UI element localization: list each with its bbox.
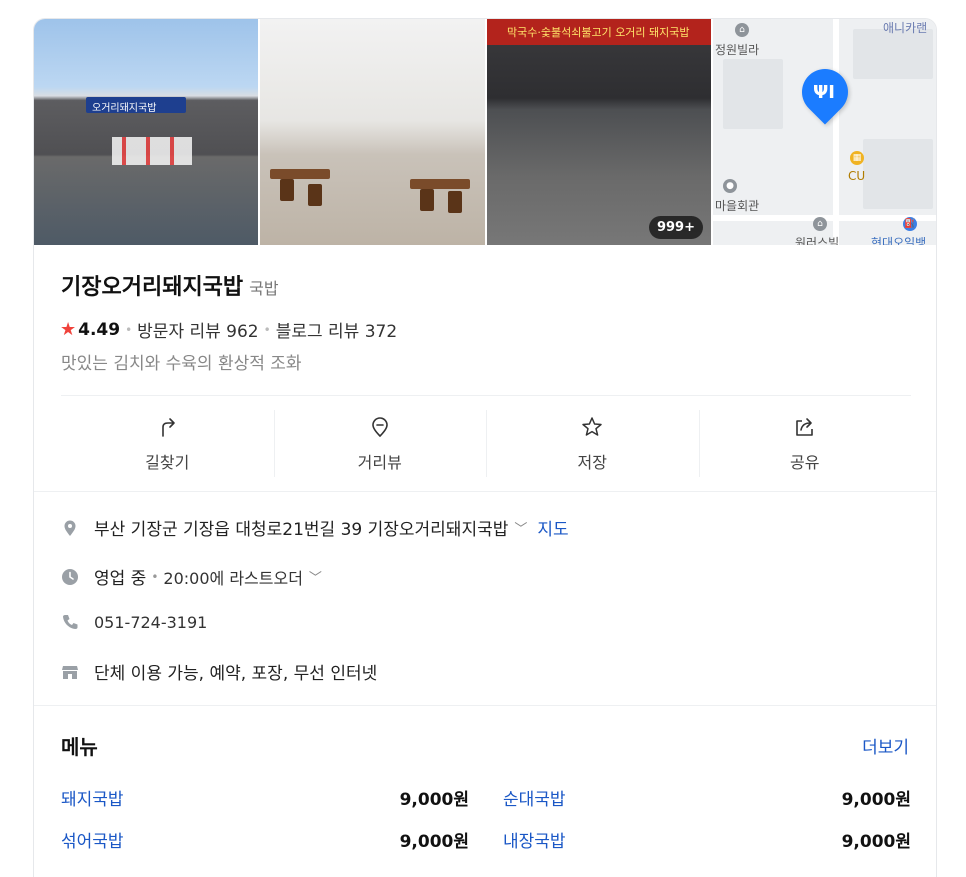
streetview-icon [371, 416, 388, 437]
separator-dot: • [151, 569, 159, 584]
title-row: 기장오거리돼지국밥 국밥 [61, 269, 279, 301]
map-label: 현대오일뱅 [871, 236, 927, 245]
menu-item-price: 9,000원 [841, 790, 911, 810]
place-category: 국밥 [249, 279, 279, 298]
exterior-banner-text: 막국수·숯불석쇠불고기 오거리 돼지국밥 [507, 26, 690, 39]
map-block [723, 59, 783, 129]
phone-number[interactable]: 051-724-3191 [94, 613, 207, 632]
directions-label: 길찾기 [145, 452, 190, 472]
star-icon: ★ [60, 319, 77, 340]
map-label: 정원빌라 [715, 43, 760, 57]
photo-storefront[interactable]: 오거리돼지국밥 [34, 19, 258, 245]
menu-item-price: 9,000원 [841, 832, 911, 852]
chair [448, 191, 462, 213]
map-label: 마을회관 [715, 199, 760, 213]
storefront-sign-text: 오거리돼지국밥 [92, 103, 157, 114]
place-card: 오거리돼지국밥 막국수·숯불석쇠불고기 오거리 돼지국밥 999+ ⌂ 정원빌라… [33, 18, 937, 877]
blog-reviews-link[interactable]: 블로그 리뷰 372 [276, 317, 397, 342]
phone-icon [63, 615, 78, 629]
share-icon [795, 417, 813, 436]
separator-dot: • [263, 322, 271, 337]
menu-item-price: 9,000원 [399, 832, 469, 852]
address-row: 부산 기장군 기장읍 대청로21번길 39 기장오거리돼지국밥 ﹀ 지도 [60, 515, 569, 540]
utensils-icon: ΨΙ [813, 82, 835, 103]
place-name[interactable]: 기장오거리돼지국밥 [61, 269, 243, 301]
store-poi-icon: ▦ [850, 151, 864, 165]
mini-map[interactable]: ⌂ 정원빌라 애니카랜 ΨΙ ▦ CU ● 마을회관 ⌂ 원러스빌 ⛽ 현대오일… [713, 19, 936, 245]
action-bar: 길찾기 거리뷰 저장 공유 [61, 395, 911, 491]
star-outline-icon [582, 416, 602, 436]
chevron-down-icon[interactable]: ﹀ [309, 567, 322, 586]
menu-item[interactable]: 내장국밥 9,000원 [503, 827, 911, 852]
map-link[interactable]: 지도 [537, 515, 568, 540]
building-poi-icon: ⌂ [735, 23, 749, 37]
menu-item-name[interactable]: 섞어국밥 [61, 827, 124, 852]
directions-icon [162, 417, 176, 437]
streetview-label: 거리뷰 [357, 452, 402, 472]
directions-button[interactable]: 길찾기 [61, 396, 274, 491]
rating-row: ★ 4.49 • 방문자 리뷰 962 • 블로그 리뷰 372 [60, 317, 397, 342]
menu-item-name[interactable]: 내장국밥 [503, 827, 566, 852]
table [270, 169, 330, 179]
location-pin-icon [64, 520, 76, 536]
photo-exterior[interactable]: 막국수·숯불석쇠불고기 오거리 돼지국밥 999+ [487, 19, 711, 245]
save-label: 저장 [577, 452, 607, 472]
photo-interior[interactable] [260, 19, 485, 245]
map-label: 애니카랜 [883, 21, 928, 35]
hall-poi-icon: ● [723, 179, 737, 193]
gas-station-icon: ⛽ [903, 217, 917, 231]
map-road [833, 19, 839, 245]
hours-row: 영업 중 • 20:00에 라스트오더 ﹀ [60, 564, 322, 589]
table [410, 179, 470, 189]
save-button[interactable]: 저장 [486, 396, 699, 491]
place-tagline: 맛있는 김치와 수육의 환상적 조화 [61, 354, 302, 374]
share-button[interactable]: 공유 [698, 396, 912, 491]
last-order-text[interactable]: 20:00에 라스트오더 [163, 565, 303, 589]
chevron-down-icon[interactable]: ﹀ [514, 518, 527, 537]
separator-dot: • [125, 322, 133, 337]
map-block [853, 29, 933, 79]
store-icon [62, 665, 78, 679]
amenities-row: 단체 이용 가능, 예약, 포장, 무선 인터넷 [60, 659, 377, 684]
share-label: 공유 [790, 452, 820, 472]
open-status: 영업 중 [94, 569, 147, 589]
divider [34, 491, 936, 492]
flower-wreaths [112, 137, 192, 165]
menu-item-name[interactable]: 돼지국밥 [61, 785, 124, 810]
chair [308, 184, 322, 206]
menu-item[interactable]: 돼지국밥 9,000원 [61, 785, 469, 810]
phone-row: 051-724-3191 [60, 612, 207, 632]
address-text[interactable]: 부산 기장군 기장읍 대청로21번길 39 기장오거리돼지국밥 [94, 515, 508, 540]
rating-score: 4.49 [78, 319, 121, 340]
streetview-button[interactable]: 거리뷰 [273, 396, 487, 491]
chair [280, 179, 294, 201]
amenities-text: 단체 이용 가능, 예약, 포장, 무선 인터넷 [94, 664, 378, 684]
divider [34, 705, 936, 706]
menu-item[interactable]: 순대국밥 9,000원 [503, 785, 911, 810]
map-block [863, 139, 933, 209]
menu-item[interactable]: 섞어국밥 9,000원 [61, 827, 469, 852]
building-poi-icon: ⌂ [813, 217, 827, 231]
map-label: CU [848, 169, 866, 183]
menu-item-name[interactable]: 순대국밥 [503, 785, 566, 810]
menu-more-link[interactable]: 더보기 [862, 733, 909, 758]
photo-count-badge[interactable]: 999+ [648, 216, 703, 239]
photo-strip: 오거리돼지국밥 막국수·숯불석쇠불고기 오거리 돼지국밥 999+ ⌂ 정원빌라… [34, 19, 936, 245]
menu-title: 메뉴 [61, 735, 98, 759]
visitor-reviews-link[interactable]: 방문자 리뷰 962 [137, 317, 258, 342]
map-label: 원러스빌 [795, 236, 840, 245]
clock-icon [62, 568, 78, 585]
chair [420, 189, 434, 211]
menu-item-price: 9,000원 [399, 790, 469, 810]
